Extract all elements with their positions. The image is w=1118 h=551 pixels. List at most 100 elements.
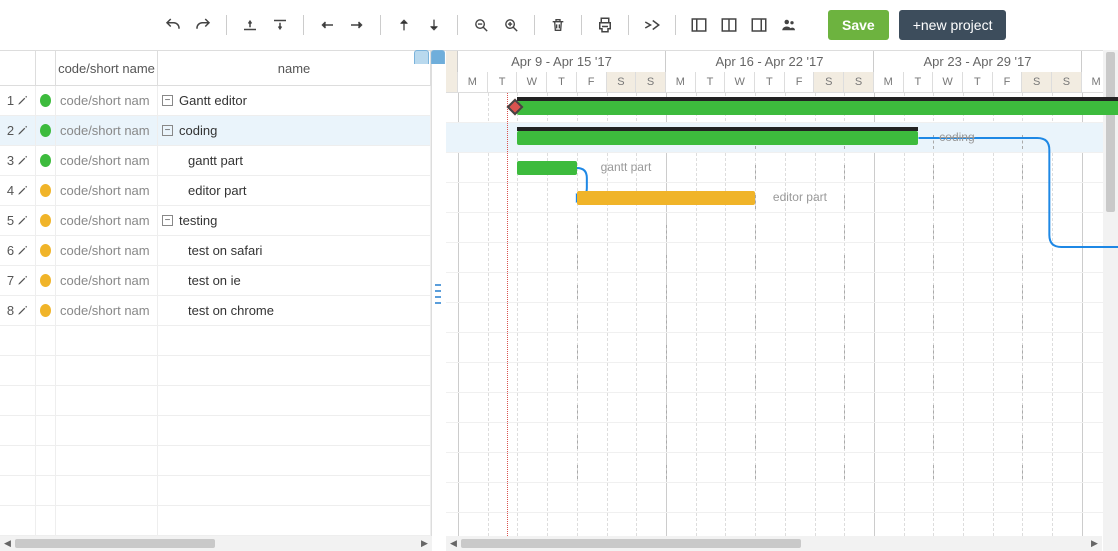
collapse-toggle-icon[interactable]: − [162,215,173,226]
status-cell[interactable] [36,206,56,235]
insert-below-icon[interactable] [267,12,293,38]
scroll-right-arrow-icon[interactable]: ▶ [1087,538,1102,549]
edit-icon[interactable] [17,155,28,166]
tick-mark [666,405,672,419]
tick-mark [577,465,583,479]
code-cell[interactable]: code/short nam [56,296,158,325]
status-cell[interactable] [36,236,56,265]
row-index: 2 [0,116,36,145]
name-cell[interactable]: −testing [158,206,431,235]
today-line [507,93,508,536]
redo-icon[interactable] [190,12,216,38]
status-dot-icon [40,124,51,137]
scroll-right-arrow-icon[interactable]: ▶ [417,538,432,549]
status-cell[interactable] [36,266,56,295]
code-cell[interactable]: code/short nam [56,266,158,295]
table-row[interactable]: 3code/short namgantt part [0,146,431,176]
edit-icon[interactable] [17,185,28,196]
gantt-row[interactable] [446,483,1118,513]
undo-icon[interactable] [160,12,186,38]
splitter-grip-icon[interactable] [435,284,441,304]
move-down-icon[interactable] [421,12,447,38]
table-row[interactable]: 2 code/short nam−coding [0,116,431,146]
scrollbar-thumb[interactable] [461,539,801,548]
column-index [0,51,36,85]
table-row-empty [0,356,431,386]
toolbar-separator [457,15,458,35]
row-index: 6 [0,236,36,265]
name-cell[interactable]: test on chrome [158,296,431,325]
move-up-icon[interactable] [391,12,417,38]
gantt-bar[interactable] [517,131,918,145]
edit-icon[interactable] [17,215,28,226]
gantt-row[interactable] [446,513,1118,536]
code-cell[interactable]: code/short nam [56,86,158,115]
splitter-tab[interactable] [414,50,429,64]
name-cell[interactable]: gantt part [158,146,431,175]
code-cell[interactable]: code/short nam [56,116,158,145]
day-cell: S [844,72,874,92]
layout-left-icon[interactable] [686,12,712,38]
edit-icon[interactable] [17,95,28,106]
save-button[interactable]: Save [828,10,889,40]
day-stub [446,72,458,92]
column-name[interactable]: name [158,51,431,85]
status-cell[interactable] [36,116,56,145]
scrollbar-thumb[interactable] [15,539,215,548]
delete-icon[interactable] [545,12,571,38]
zoom-in-icon[interactable] [498,12,524,38]
table-row[interactable]: 6 code/short namtest on safari [0,236,431,266]
table-row[interactable]: 4code/short nameditor part [0,176,431,206]
gantt-bar[interactable] [577,191,755,205]
code-cell[interactable]: code/short nam [56,206,158,235]
gantt-row[interactable] [446,423,1118,453]
outdent-icon[interactable] [314,12,340,38]
name-cell[interactable]: test on ie [158,266,431,295]
layout-right-icon[interactable] [746,12,772,38]
tick-mark [577,375,583,389]
print-icon[interactable] [592,12,618,38]
zoom-out-icon[interactable] [468,12,494,38]
name-cell[interactable]: −coding [158,116,431,145]
code-cell[interactable]: code/short nam [56,146,158,175]
name-cell[interactable]: editor part [158,176,431,205]
status-cell[interactable] [36,296,56,325]
name-cell[interactable]: test on safari [158,236,431,265]
resources-icon[interactable] [776,12,802,38]
status-cell[interactable] [36,86,56,115]
new-project-button[interactable]: +new project [899,10,1007,40]
name-cell[interactable]: −Gantt editor [158,86,431,115]
code-cell[interactable]: code/short nam [56,236,158,265]
code-cell[interactable]: code/short nam [56,176,158,205]
critical-path-icon[interactable] [639,12,665,38]
gantt-row[interactable] [446,363,1118,393]
collapse-toggle-icon[interactable]: − [162,95,173,106]
indent-icon[interactable] [344,12,370,38]
horizontal-scrollbar-right[interactable]: ◀ ▶ [446,536,1102,551]
gantt-row[interactable] [446,393,1118,423]
table-row[interactable]: 5code/short nam−testing [0,206,431,236]
edit-icon[interactable] [17,125,28,136]
edit-icon[interactable] [17,245,28,256]
table-row[interactable]: 8code/short namtest on chrome [0,296,431,326]
gantt-row[interactable] [446,453,1118,483]
scroll-left-arrow-icon[interactable]: ◀ [446,538,461,549]
collapse-toggle-icon[interactable]: − [162,125,173,136]
edit-icon[interactable] [17,305,28,316]
status-cell[interactable] [36,176,56,205]
edit-icon[interactable] [17,275,28,286]
gantt-bar[interactable] [517,101,1118,115]
horizontal-scrollbar-left[interactable]: ◀ ▶ [0,536,432,551]
table-row[interactable]: 7code/short namtest on ie [0,266,431,296]
status-cell[interactable] [36,146,56,175]
pane-splitter[interactable] [432,50,446,536]
insert-above-icon[interactable] [237,12,263,38]
splitter-tab-active[interactable] [431,50,446,64]
column-code[interactable]: code/short name [56,51,158,85]
task-name: test on chrome [188,303,274,318]
gantt-bar[interactable] [517,161,576,175]
table-row[interactable]: 1code/short nam−Gantt editor [0,86,431,116]
layout-split-icon[interactable] [716,12,742,38]
bar-label: editor part [773,190,827,204]
scroll-left-arrow-icon[interactable]: ◀ [0,538,15,549]
